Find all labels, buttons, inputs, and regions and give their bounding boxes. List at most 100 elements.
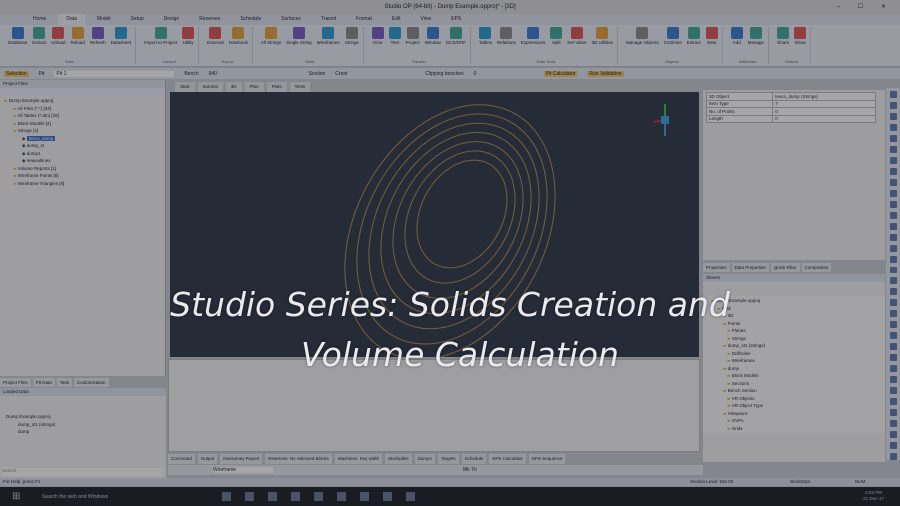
tab-properties[interactable]: Properties	[703, 263, 730, 272]
tool-icon[interactable]	[889, 145, 897, 153]
tool-icon[interactable]	[889, 244, 897, 252]
clipping-input[interactable]: 0	[474, 71, 534, 77]
tool-icon[interactable]	[889, 112, 897, 120]
tab-eps-sequence[interactable]: EPS Sequence	[528, 454, 566, 464]
tab-schedule[interactable]: Schedule	[461, 454, 487, 464]
tree-item[interactable]: ▰ Grids	[711, 425, 877, 433]
tab-schedule[interactable]: Schedule	[232, 14, 269, 25]
orientation-gizmo-icon[interactable]	[650, 100, 680, 140]
taskbar-app-icon[interactable]	[245, 492, 254, 501]
tool-icon[interactable]	[889, 211, 897, 219]
set-value-button[interactable]: Set Value	[567, 27, 586, 45]
taskbar-app-icon[interactable]	[314, 492, 323, 501]
unload-button[interactable]: Unload	[51, 27, 66, 45]
tab-model[interactable]: Model	[89, 14, 119, 25]
property-value[interactable]: 7	[772, 99, 876, 108]
taskbar-app-icon[interactable]	[268, 492, 277, 501]
tab-transit[interactable]: Transit	[313, 14, 344, 25]
tree-item[interactable]: ▰ Bench Section	[711, 387, 877, 395]
manage-button[interactable]: Manage	[748, 27, 764, 45]
taskbar-app-icon[interactable]	[406, 492, 415, 501]
tab-surfaces[interactable]: Surfaces	[273, 14, 309, 25]
tool-icon[interactable]	[889, 101, 897, 109]
tool-icon[interactable]	[889, 123, 897, 131]
tool-icon[interactable]	[889, 255, 897, 263]
tab-eps[interactable]: EPS	[443, 14, 469, 25]
pit-select[interactable]: Pit 1	[54, 70, 175, 77]
tree-item[interactable]: ◆ newoutlines	[4, 157, 161, 165]
tab-start[interactable]: Start	[175, 82, 195, 92]
tree-item[interactable]: ◆ dump_st	[4, 142, 161, 150]
datasheet-button[interactable]: Datasheet	[111, 27, 131, 45]
bench-select[interactable]: 940	[209, 71, 299, 77]
tree-item[interactable]: ▰ Wireframe Points [8]	[4, 172, 161, 180]
show-button[interactable]: Show	[794, 27, 807, 45]
gcs-drf-button[interactable]: GCS/DRF	[446, 27, 466, 45]
utility-button[interactable]: Utility	[182, 27, 195, 45]
tab-setup[interactable]: Setup	[123, 14, 152, 25]
tab-reserves-no-selected-blocks[interactable]: Reserves: No Selected Blocks	[265, 454, 332, 464]
database-button[interactable]: Database	[8, 27, 27, 45]
tool-icon[interactable]	[889, 222, 897, 230]
tab-plots[interactable]: Plots	[266, 82, 287, 92]
tool-icon[interactable]	[889, 134, 897, 142]
tree-item[interactable]: ▰ Block Models [4]	[4, 120, 161, 128]
relations-button[interactable]: Relations	[497, 27, 516, 45]
tool-icon[interactable]	[889, 420, 897, 428]
property-value[interactable]: 0	[772, 114, 876, 123]
vizor-button[interactable]: Vizor	[371, 27, 384, 45]
tab-machines-key-width[interactable]: Machines: Key width	[334, 454, 383, 464]
3d-utilities-button[interactable]: 3D Utilities	[591, 27, 613, 45]
tab-eps-calculator[interactable]: EPS Calculator	[489, 454, 526, 464]
tool-icon[interactable]	[889, 233, 897, 241]
taskbar-app-icon[interactable]	[383, 492, 392, 501]
tab-dumps[interactable]: Dumps	[414, 454, 435, 464]
reload-button[interactable]: Reload	[71, 27, 85, 45]
expressions-button[interactable]: Expressions	[521, 27, 545, 45]
notebook-button[interactable]: Notebook	[229, 27, 248, 45]
refresh-button[interactable]: Refresh	[90, 27, 106, 45]
tab-view[interactable]: View	[412, 14, 439, 25]
tree-item[interactable]: ▰ Sections	[711, 380, 877, 388]
external-button[interactable]: External	[207, 27, 224, 45]
tool-icon[interactable]	[889, 398, 897, 406]
add-button[interactable]: Add	[730, 27, 743, 45]
tree-item[interactable]: ◆ dump1	[4, 150, 161, 158]
share-button[interactable]: Share	[777, 27, 789, 45]
tool-icon[interactable]	[889, 409, 897, 417]
loaded-search-input[interactable]: Search	[2, 468, 162, 476]
tool-icon[interactable]	[889, 167, 897, 175]
tab-data-properties[interactable]: Data Properties	[731, 263, 769, 272]
tree-item[interactable]: ▰ GVPs	[711, 417, 877, 425]
tree-item[interactable]: ▰ Volume Reports [1]	[4, 165, 161, 173]
tab-dessurvey-report[interactable]: Dessurvey Report	[220, 454, 263, 464]
tree-item[interactable]: ▰ Strings [4]	[4, 127, 161, 135]
tab-summit[interactable]: Summit	[197, 82, 223, 92]
tool-icon[interactable]	[889, 178, 897, 186]
tab-composites[interactable]: Composites	[801, 263, 832, 272]
manage-objects-button[interactable]: Manage Objects	[626, 27, 659, 45]
project-button[interactable]: Project	[406, 27, 420, 45]
extract-button[interactable]: Extract	[32, 27, 46, 45]
tool-icon[interactable]	[889, 156, 897, 164]
pit-calculator-button[interactable]: Pit Calculator	[543, 70, 578, 77]
taskbar-app-icon[interactable]	[291, 492, 300, 501]
tool-icon[interactable]	[889, 266, 897, 274]
tab-tests[interactable]: Tests	[289, 82, 311, 92]
wireframes-button[interactable]: Wireframes	[317, 27, 340, 45]
import-to-project-button[interactable]: Import to Project	[144, 27, 177, 45]
snap-button[interactable]: Mk Tri	[463, 467, 477, 473]
run-validation-button[interactable]: Run Validation	[587, 70, 624, 77]
tool-icon[interactable]	[889, 442, 897, 449]
tree-item[interactable]: dump_st1 (strings)	[6, 421, 160, 429]
tab-format[interactable]: Format	[348, 14, 380, 25]
section-select[interactable]: Crest	[335, 71, 415, 77]
test-button[interactable]: Test	[388, 27, 401, 45]
selection-button[interactable]: Selection	[4, 70, 29, 77]
panel-toolbar[interactable]	[0, 88, 165, 96]
windows-start-icon[interactable]: ⊞	[12, 491, 24, 502]
tab-plan[interactable]: Plan	[244, 82, 264, 92]
strings-button[interactable]: Strings	[345, 27, 359, 45]
property-value[interactable]: 0	[772, 107, 876, 116]
taskbar-app-icon[interactable]	[337, 492, 346, 501]
